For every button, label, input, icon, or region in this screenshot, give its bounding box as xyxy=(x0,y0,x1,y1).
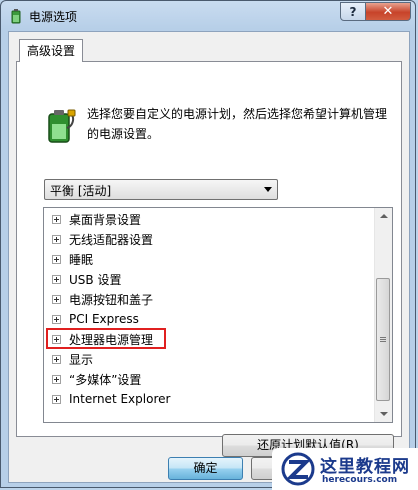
power-settings-tree[interactable]: 桌面背景设置 无线适配器设置 睡眠 USB 设置 电源按钮和盖子 PCI Exp… xyxy=(43,207,393,423)
power-plan-select-value: 平衡 [活动] xyxy=(50,184,112,198)
tree-item-label: 显示 xyxy=(69,352,94,367)
grip-line xyxy=(380,341,386,342)
tree-item[interactable]: 电源按钮和盖子 xyxy=(52,289,153,309)
scroll-up-icon[interactable] xyxy=(375,208,392,225)
watermark-url: herecours.com xyxy=(322,475,398,485)
expand-icon[interactable] xyxy=(52,374,61,384)
tree-item[interactable]: “多媒体”设置 xyxy=(52,369,141,389)
tree-item[interactable]: PCI Express xyxy=(52,309,139,329)
window-title: 电源选项 xyxy=(29,10,78,24)
dialog-client-area: 高级设置 选择您要自定义的电源计划，然后选择您希望计算机管理的电源设置。 平衡 … xyxy=(8,31,410,483)
help-button[interactable]: ? xyxy=(340,2,366,21)
tree-item-label: 桌面背景设置 xyxy=(69,212,142,227)
vertical-scrollbar[interactable] xyxy=(374,208,392,422)
power-options-window: 电源选项 ? ✕ 高级设置 选择您要自定义的电源计划，然后选择您希望计算机管理的… xyxy=(0,0,416,488)
advanced-settings-panel: 选择您要自定义的电源计划，然后选择您希望计算机管理的电源设置。 平衡 [活动] … xyxy=(16,61,402,457)
expand-icon[interactable] xyxy=(52,254,61,264)
description-text: 选择您要自定义的电源计划，然后选择您希望计算机管理的电源设置。 xyxy=(87,107,388,141)
tree-item-label: 电源按钮和盖子 xyxy=(69,292,154,307)
watermark-logo-icon xyxy=(281,452,315,486)
expand-icon[interactable] xyxy=(52,314,61,324)
power-plan-select[interactable]: 平衡 [活动] xyxy=(44,179,278,200)
tree-item-label: 无线适配器设置 xyxy=(69,232,154,247)
tree-item-label: 睡眠 xyxy=(69,252,94,267)
tree-item[interactable]: 无线适配器设置 xyxy=(52,229,153,249)
title-bar[interactable]: 电源选项 ? ✕ xyxy=(1,1,417,31)
expand-icon[interactable] xyxy=(52,234,61,244)
close-button[interactable]: ✕ xyxy=(365,2,411,21)
expand-icon[interactable] xyxy=(52,294,61,304)
site-watermark: 这里教程网 herecours.com xyxy=(272,448,418,490)
scroll-down-icon[interactable] xyxy=(375,405,392,422)
annotation-highlight-box xyxy=(46,328,166,349)
chevron-down-icon[interactable] xyxy=(264,187,272,192)
watermark-title: 这里教程网 xyxy=(320,457,410,477)
tree-item[interactable]: USB 设置 xyxy=(52,269,121,289)
scrollbar-thumb[interactable] xyxy=(376,278,390,401)
grip-line xyxy=(380,337,386,338)
tab-advanced-settings[interactable]: 高级设置 xyxy=(19,39,84,62)
tree-item-label: PCI Express xyxy=(69,312,139,326)
tree-item[interactable]: 桌面背景设置 xyxy=(52,209,141,229)
grip-line xyxy=(380,339,386,340)
ok-button[interactable]: 确定 xyxy=(168,457,243,480)
tree-item-label: Internet Explorer xyxy=(69,392,171,406)
expand-icon[interactable] xyxy=(52,354,61,364)
tree-item-label: “多媒体”设置 xyxy=(69,372,142,387)
expand-icon[interactable] xyxy=(52,394,61,404)
tree-item-label: USB 设置 xyxy=(69,272,122,287)
tree-item[interactable]: Internet Explorer xyxy=(52,389,170,409)
expand-icon[interactable] xyxy=(52,214,61,224)
expand-icon[interactable] xyxy=(52,274,61,284)
battery-plug-icon xyxy=(48,109,76,143)
tree-item[interactable]: 睡眠 xyxy=(52,249,93,269)
tree-item[interactable]: 显示 xyxy=(52,349,93,369)
power-options-icon xyxy=(11,9,21,24)
